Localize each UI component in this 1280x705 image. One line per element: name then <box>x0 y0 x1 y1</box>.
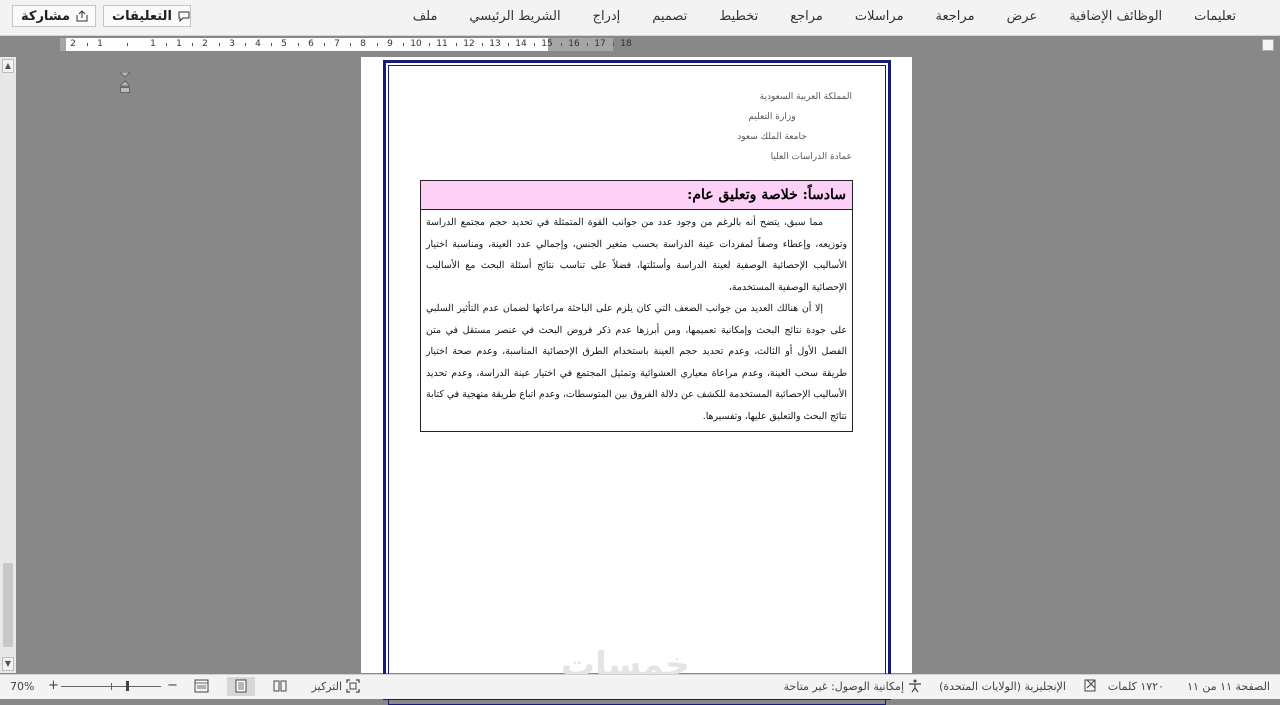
proofing-icon[interactable] <box>1084 679 1098 692</box>
summary-table[interactable]: سادساً: خلاصة وتعليق عام: مما سبق، يتضح … <box>420 180 853 432</box>
ruler-number: 12 <box>463 39 475 49</box>
paragraph: إلا أن هنالك العديد من جوانب الضعف التي … <box>426 303 847 422</box>
ruler-number: 17 <box>594 39 606 49</box>
scroll-thumb[interactable] <box>3 563 13 647</box>
ruler-tick <box>166 43 167 46</box>
ruler-tick <box>298 43 299 46</box>
ruler-number: 7 <box>334 39 340 49</box>
ruler-number: 16 <box>568 39 580 49</box>
ruler-tick <box>482 43 483 46</box>
ruler-margin-left <box>60 38 66 51</box>
ruler-tick <box>456 43 457 46</box>
tab-help[interactable]: تعليمات <box>1178 9 1252 24</box>
ruler-number: 2 <box>70 39 76 49</box>
ruler-tick <box>127 43 128 46</box>
tab-view[interactable]: عرض <box>991 9 1054 24</box>
focus-label[interactable]: التركيز <box>312 680 342 693</box>
ruler-number: 5 <box>281 39 287 49</box>
ribbon-tabs: ملف الشريط الرئيسي إدراج تصميم تخطيط مرا… <box>397 9 1252 24</box>
vertical-scrollbar[interactable]: ▲ ▼ <box>0 57 16 673</box>
letterhead-line: وزارة التعليم <box>748 112 796 122</box>
indent-marker-icon[interactable] <box>120 72 130 94</box>
section-heading: سادساً: خلاصة وتعليق عام: <box>421 181 852 210</box>
share-icon <box>76 10 88 22</box>
ruler-number: 6 <box>308 39 314 49</box>
ruler-number: 10 <box>410 39 422 49</box>
zoom-thumb[interactable] <box>126 681 129 691</box>
zoom-out-button[interactable]: − <box>167 678 178 693</box>
ruler-tick <box>403 43 404 46</box>
horizontal-ruler[interactable]: 2 1 1 1 2 3 4 5 6 7 8 9 10 11 12 13 14 15 16 17 18 <box>60 38 632 51</box>
accessibility-status[interactable]: إمكانية الوصول: غير متاحة <box>784 680 904 693</box>
tab-home[interactable]: الشريط الرئيسي <box>453 9 576 24</box>
ruler-tick <box>350 43 351 46</box>
document-page[interactable]: المملكة العربية السعودية وزارة التعليم ج… <box>361 57 912 705</box>
tab-mailings[interactable]: مراسلات <box>839 9 920 24</box>
ruler-tick <box>508 43 509 46</box>
ruler-tick <box>245 43 246 46</box>
word-count[interactable]: ١٧٢٠ كلمات <box>1108 680 1164 693</box>
comments-button[interactable]: التعليقات <box>103 5 191 27</box>
section-body: مما سبق، يتضح أنه بالرغم من وجود عدد من … <box>421 210 852 431</box>
ruler-number: 1 <box>150 39 156 49</box>
status-bar: الصفحة ١١ من ١١ ١٧٢٠ كلمات الإنجليزية (ا… <box>0 674 1280 699</box>
ruler-toggle-icon[interactable] <box>1262 39 1274 51</box>
ruler-tick <box>561 43 562 46</box>
tab-insert[interactable]: إدراج <box>577 9 637 24</box>
scroll-up-icon[interactable]: ▲ <box>2 59 14 73</box>
ruler-number: 2 <box>202 39 208 49</box>
language[interactable]: الإنجليزية (الولايات المتحدة) <box>939 680 1066 693</box>
zoom-in-button[interactable]: + <box>48 678 59 693</box>
ruler-tick <box>271 43 272 46</box>
ruler-tick <box>429 43 430 46</box>
accessibility-icon[interactable] <box>908 679 922 693</box>
share-button[interactable]: مشاركة <box>12 5 96 27</box>
page-count[interactable]: الصفحة ١١ من ١١ <box>1187 680 1270 693</box>
tab-design[interactable]: تصميم <box>636 9 703 24</box>
ruler-number: 1 <box>97 39 103 49</box>
ruler-tick <box>219 43 220 46</box>
ruler-tick <box>324 43 325 46</box>
ruler-number: 1 <box>176 39 182 49</box>
ruler-tick <box>87 43 88 46</box>
tab-review[interactable]: مراجعة <box>920 9 991 24</box>
ruler-tick <box>534 43 535 46</box>
read-mode-icon[interactable] <box>273 679 287 693</box>
letterhead-line: عمادة الدراسات العليا <box>770 152 852 162</box>
ruler-number: 8 <box>360 39 366 49</box>
tab-addins[interactable]: الوظائف الإضافية <box>1053 9 1178 24</box>
ruler-number: 13 <box>489 39 501 49</box>
ruler-number: 14 <box>515 39 527 49</box>
ruler-number: 3 <box>229 39 235 49</box>
ruler-number: 9 <box>387 39 393 49</box>
ruler-tick <box>587 43 588 46</box>
ruler-number: 18 <box>620 39 632 49</box>
scroll-down-icon[interactable]: ▼ <box>2 657 14 671</box>
tab-references[interactable]: مراجع <box>774 9 839 24</box>
ribbon: ملف الشريط الرئيسي إدراج تصميم تخطيط مرا… <box>0 0 1280 36</box>
ruler-number: 15 <box>541 39 553 49</box>
ruler-tick <box>377 43 378 46</box>
ruler-tick <box>613 43 614 46</box>
web-layout-icon[interactable] <box>194 679 209 693</box>
ruler-tick <box>192 43 193 46</box>
comments-label: التعليقات <box>112 8 172 24</box>
zoom-level[interactable]: 70% <box>10 680 34 693</box>
letterhead-line: جامعة الملك سعود <box>737 132 807 142</box>
ruler-number: 4 <box>255 39 261 49</box>
comment-icon <box>178 11 190 22</box>
zoom-midpoint <box>111 683 112 690</box>
tab-file[interactable]: ملف <box>397 9 454 24</box>
ruler-number: 11 <box>436 39 448 49</box>
paragraph: مما سبق، يتضح أنه بالرغم من وجود عدد من … <box>426 217 847 293</box>
share-label: مشاركة <box>21 8 71 24</box>
ruler-bar: 2 1 1 1 2 3 4 5 6 7 8 9 10 11 12 13 14 15 16 17 18 <box>0 36 1280 93</box>
letterhead-line: المملكة العربية السعودية <box>759 92 852 102</box>
focus-icon[interactable] <box>346 679 360 693</box>
tab-layout[interactable]: تخطيط <box>703 9 774 24</box>
letterhead: المملكة العربية السعودية وزارة التعليم ج… <box>692 87 852 167</box>
print-layout-icon[interactable] <box>234 679 248 693</box>
